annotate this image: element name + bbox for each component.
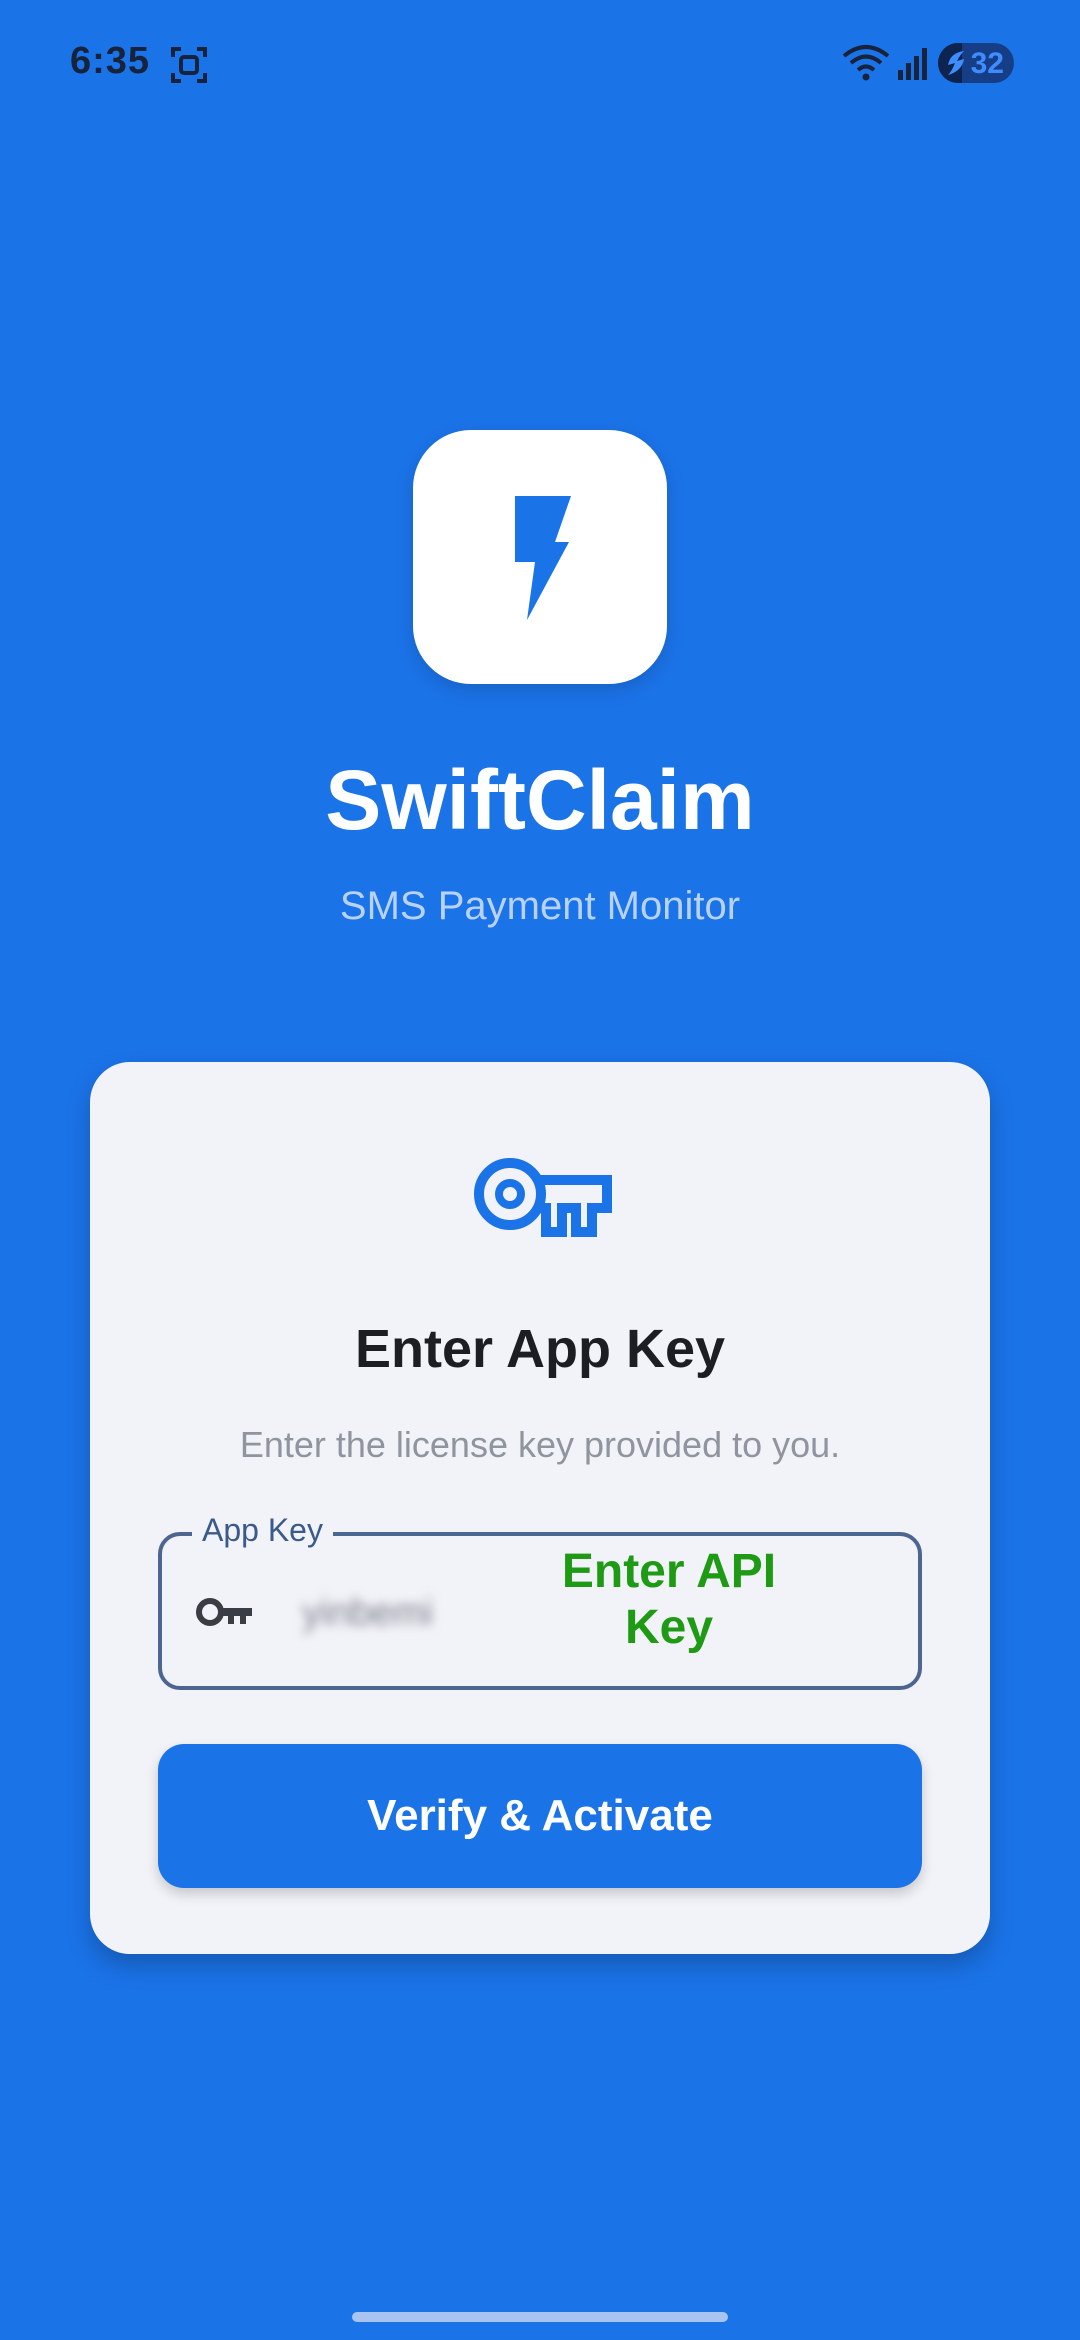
app-key-label: App Key — [192, 1512, 333, 1549]
app-screen: 6:35 32 SwiftClaim SMS Payment Monitor E… — [0, 0, 1080, 2340]
home-indicator[interactable] — [352, 2312, 728, 2322]
lightning-bolt-icon — [515, 496, 571, 620]
verify-activate-button[interactable]: Verify & Activate — [158, 1744, 922, 1888]
app-logo — [413, 430, 667, 684]
key-icon — [196, 1598, 252, 1626]
app-name: SwiftClaim — [325, 753, 755, 847]
enter-api-key-hint: Enter API Key — [561, 1545, 777, 1654]
screenshot-icon — [171, 47, 207, 83]
app-key-input[interactable] — [302, 1588, 522, 1638]
card-subtitle: Enter the license key provided to you. — [239, 1424, 841, 1465]
app-key-field[interactable]: App Key Enter API Key — [158, 1512, 922, 1690]
signal-icon — [898, 48, 927, 80]
battery-level: 32 — [970, 47, 1004, 80]
card-title: Enter App Key — [354, 1319, 726, 1379]
wifi-icon — [842, 45, 890, 81]
charging-icon — [948, 51, 964, 75]
status-time: 6:35 — [70, 40, 151, 82]
status-bar: 6:35 32 — [0, 0, 1080, 130]
battery-icon: 32 — [938, 43, 1014, 83]
key-icon — [474, 1158, 612, 1237]
activation-card: Enter App Key Enter the license key prov… — [90, 1062, 990, 1954]
app-tagline: SMS Payment Monitor — [339, 884, 741, 928]
